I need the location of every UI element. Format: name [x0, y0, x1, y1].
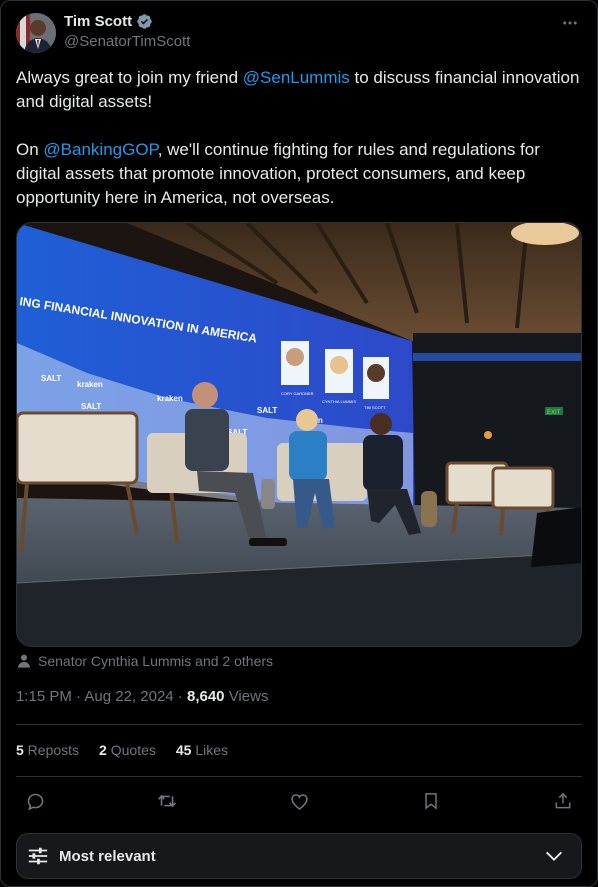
person-icon: [18, 654, 30, 668]
sponsor-text: kraken: [77, 380, 103, 389]
reply-sort-dropdown[interactable]: Most relevant: [16, 833, 582, 879]
sponsor-text: SALT: [41, 374, 61, 383]
tweet-text-segment: Always great to join my friend: [16, 68, 243, 87]
reply-icon: [27, 793, 43, 810]
sponsor-text: kraken: [157, 394, 183, 403]
repost-button[interactable]: [152, 786, 182, 816]
quotes-stat[interactable]: 2 Quotes: [99, 740, 156, 760]
meta-separator: ·: [71, 688, 85, 705]
sponsor-text: SALT: [81, 402, 101, 411]
reposts-stat[interactable]: 5 Reposts: [16, 740, 79, 760]
sliders-icon: [28, 847, 48, 865]
quotes-label: Quotes: [106, 742, 156, 758]
sort-label: Most relevant: [59, 847, 156, 865]
reposts-label: Reposts: [23, 742, 80, 758]
share-icon: [555, 792, 571, 809]
speaker-label: CORY GARDNER: [281, 391, 314, 396]
author-handle[interactable]: @SenatorTimScott: [64, 33, 190, 50]
bookmark-button[interactable]: [416, 786, 446, 816]
author-info: Tim Scott @SenatorTimScott: [64, 13, 190, 50]
tweet-photo[interactable]: ING FINANCIAL INNOVATION IN AMERICA CORY…: [16, 222, 582, 647]
sponsor-text: SALT: [257, 406, 277, 415]
views-count: 8,640: [186, 688, 225, 705]
views-label: Views: [224, 688, 269, 705]
bookmark-icon: [425, 793, 437, 810]
share-button[interactable]: [548, 786, 578, 816]
meta-separator: ·: [173, 688, 187, 705]
action-bar: [16, 786, 582, 816]
tweet-paragraph-1: Always great to join my friend @SenLummi…: [16, 66, 582, 114]
tagged-people-text: Senator Cynthia Lummis and 2 others: [38, 653, 274, 669]
tweet-paragraph-2: On @BankingGOP, we'll continue fighting …: [16, 138, 582, 210]
reposts-count: 5: [16, 742, 24, 758]
divider: [16, 776, 582, 777]
quotes-count: 2: [99, 742, 107, 758]
mention-link[interactable]: @BankingGOP: [43, 140, 157, 159]
reply-button[interactable]: [20, 786, 50, 816]
speaker-label: TIM SCOTT: [364, 405, 386, 410]
engagement-stats: 5 Reposts 2 Quotes 45 Likes: [16, 740, 228, 760]
like-button[interactable]: [284, 786, 314, 816]
verified-badge-icon: [137, 14, 152, 29]
tagged-people[interactable]: Senator Cynthia Lummis and 2 others: [16, 650, 273, 672]
likes-label: Likes: [191, 742, 229, 758]
tweet-text-segment: On: [16, 140, 44, 159]
tweet-text: Always great to join my friend @SenLummi…: [16, 66, 582, 210]
divider: [16, 724, 582, 725]
exit-sign: EXIT: [547, 410, 561, 416]
repost-icon: [158, 794, 176, 808]
likes-stat[interactable]: 45 Likes: [176, 740, 228, 760]
speaker-label: CYNTHIA LUMMIS: [322, 399, 356, 404]
heart-icon: [290, 793, 308, 810]
likes-count: 45: [175, 742, 192, 758]
tweet-time[interactable]: 1:15 PM: [16, 688, 72, 705]
tweet-header: Tim Scott @SenatorTimScott: [16, 11, 582, 55]
more-options-icon[interactable]: [558, 11, 582, 35]
tweet-date[interactable]: Aug 22, 2024: [84, 688, 173, 705]
mention-link[interactable]: @SenLummis: [243, 68, 350, 87]
avatar[interactable]: [16, 13, 56, 53]
author-name[interactable]: Tim Scott: [64, 13, 132, 30]
chevron-down-icon: [546, 851, 562, 861]
tweet-meta: 1:15 PM · Aug 22, 2024 · 8,640 Views: [16, 687, 268, 707]
